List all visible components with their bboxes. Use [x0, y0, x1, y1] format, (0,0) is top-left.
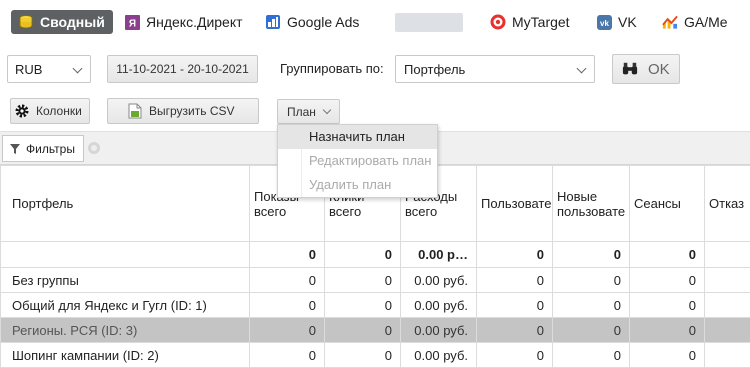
filters-label: Фильтры [26, 141, 75, 156]
table-row[interactable]: Без группы 0 0 0.00 руб. 0 0 0 [0, 267, 750, 293]
menu-divider [301, 149, 302, 197]
currency-value: RUB [15, 61, 43, 77]
table-cell: 0 [249, 342, 325, 368]
tab-google-ads[interactable]: Google Ads [265, 10, 359, 34]
group-by-select[interactable]: Портфель [395, 55, 595, 83]
chevron-down-icon [322, 105, 332, 115]
columns-label: Колонки [36, 104, 82, 118]
table-row[interactable]: Общий для Яндекс и Гугл (ID: 1) 0 0 0.00… [0, 292, 750, 318]
table-cell: 0 [476, 267, 553, 293]
col-header-sessions[interactable]: Сеансы [629, 165, 705, 242]
binoculars-icon [622, 61, 638, 77]
table-cell: 0.00 руб. [400, 292, 477, 318]
table-cell: 0.00 руб. [400, 317, 477, 343]
total-cell: 0 [629, 241, 705, 268]
source-tabs: Сводный Я Яндекс.Директ Google Ads MyTar… [0, 0, 750, 44]
redacted-tab [395, 13, 463, 32]
clear-filters-icon[interactable] [88, 142, 100, 154]
table-cell: 0.00 руб. [400, 342, 477, 368]
table-cell: 0 [552, 267, 630, 293]
table-cell: 0 [476, 342, 553, 368]
total-cell: 0 [249, 241, 325, 268]
table-cell: 0 [324, 342, 401, 368]
table-cell: 0 [629, 292, 705, 318]
chevron-down-icon [72, 63, 83, 74]
row-name: Шопинг кампании (ID: 2) [0, 342, 250, 368]
col-header-users[interactable]: Пользовате [476, 165, 553, 242]
table-cell: 0 [552, 317, 630, 343]
plan-menu: Назначить план Редактировать план Удалит… [277, 124, 438, 198]
columns-button[interactable]: Колонки [10, 98, 90, 124]
row-name: Регионы. РСЯ (ID: 3) [0, 317, 250, 343]
table-row-selected[interactable]: Регионы. РСЯ (ID: 3) 0 0 0.00 руб. 0 0 0 [0, 317, 750, 343]
row-name: Общий для Яндекс и Гугл (ID: 1) [0, 292, 250, 318]
table-cell: 0 [552, 292, 630, 318]
tab-label: Сводный [40, 14, 105, 30]
group-by-value: Портфель [404, 61, 466, 77]
col-header-portfolio[interactable]: Портфель [0, 165, 250, 242]
google-ads-icon [265, 14, 281, 30]
ok-label: OK [648, 60, 670, 78]
total-cell: 0 [476, 241, 553, 268]
col-header-bounce[interactable]: Отказ [704, 165, 750, 242]
table-cell: 0 [249, 267, 325, 293]
ok-button[interactable]: OK [612, 54, 680, 84]
table-cell: 0 [249, 317, 325, 343]
plan-label: План [287, 104, 316, 119]
tab-yandex-direct[interactable]: Я Яндекс.Директ [124, 10, 243, 34]
table-cell: 0 [629, 317, 705, 343]
tab-mytarget[interactable]: MyTarget [490, 10, 570, 34]
total-cell: 0 [324, 241, 401, 268]
table-cell: 0 [476, 317, 553, 343]
svg-text:vk: vk [600, 19, 609, 28]
total-cell: 0.00 р… [400, 241, 477, 268]
table-cell: 0.00 руб. [400, 267, 477, 293]
table-cell: 0 [324, 317, 401, 343]
group-by-label: Группировать по: [280, 61, 384, 76]
date-range-value: 11-10-2021 - 20-10-2021 [116, 62, 249, 76]
filter-funnel-icon [10, 141, 20, 157]
tab-label: VK [618, 14, 637, 30]
ga-chart-icon [662, 14, 678, 30]
chevron-down-icon [576, 63, 587, 74]
total-cell: 0 [552, 241, 630, 268]
tab-summary[interactable]: Сводный [11, 10, 113, 34]
export-csv-button[interactable]: Выгрузить CSV [107, 98, 259, 124]
col-header-new-users[interactable]: Новые пользовате [552, 165, 630, 242]
svg-text:Я: Я [128, 18, 135, 29]
currency-select[interactable]: RUB [7, 55, 91, 83]
vk-icon: vk [596, 14, 612, 30]
table-row[interactable]: Шопинг кампании (ID: 2) 0 0 0.00 руб. 0 … [0, 342, 750, 368]
table-cell: 0 [249, 292, 325, 318]
date-range-picker[interactable]: 11-10-2021 - 20-10-2021 [107, 55, 258, 83]
table-cell: 0 [324, 292, 401, 318]
row-name: Без группы [0, 267, 250, 293]
tab-vk[interactable]: vk VK [596, 10, 637, 34]
app-root: Сводный Я Яндекс.Директ Google Ads MyTar… [0, 0, 750, 368]
tab-label: Яндекс.Директ [146, 14, 243, 30]
tab-label: MyTarget [512, 14, 570, 30]
tab-label: GA/Me [684, 14, 728, 30]
table-total-row: 0 0 0.00 р… 0 0 0 [0, 241, 750, 268]
filters-button[interactable]: Фильтры [2, 135, 84, 162]
coins-stack-icon [18, 14, 34, 30]
tab-ga[interactable]: GA/Me [662, 10, 728, 34]
table-cell: 0 [324, 267, 401, 293]
table-cell: 0 [552, 342, 630, 368]
plan-button[interactable]: План [277, 99, 340, 124]
export-label: Выгрузить CSV [149, 104, 235, 118]
file-download-icon [127, 103, 143, 119]
gear-icon [14, 103, 30, 119]
table-cell: 0 [476, 292, 553, 318]
mytarget-icon [490, 14, 506, 30]
table-cell: 0 [629, 342, 705, 368]
menu-item-assign-plan[interactable]: Назначить план [278, 125, 437, 149]
tab-label: Google Ads [287, 14, 360, 30]
yandex-direct-icon: Я [124, 14, 140, 30]
table-cell: 0 [629, 267, 705, 293]
